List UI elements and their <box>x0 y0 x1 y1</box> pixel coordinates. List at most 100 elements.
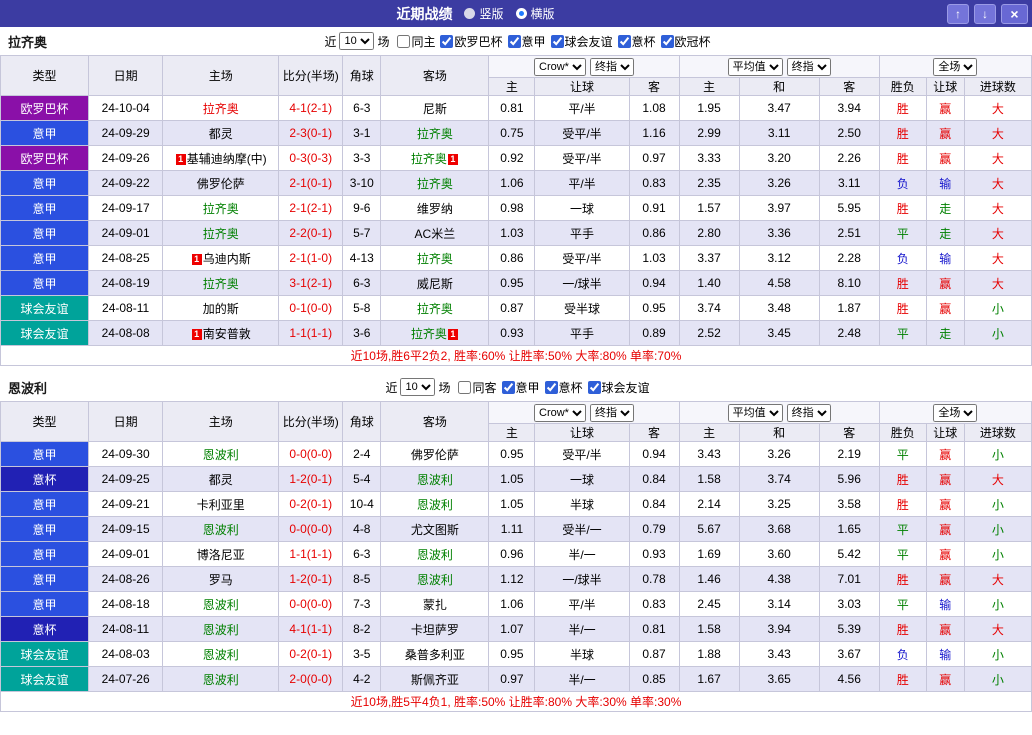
final-index-select[interactable]: 终指 <box>787 58 831 76</box>
checkbox-input[interactable] <box>397 35 410 48</box>
crow-home-odds: 0.87 <box>489 296 535 321</box>
filter-checkbox[interactable]: 球会友谊 <box>551 33 613 50</box>
corner-count: 7-3 <box>343 592 381 617</box>
team-label: 拉齐奥 <box>411 152 447 166</box>
checkbox-input[interactable] <box>440 35 453 48</box>
avg-draw-odds: 3.11 <box>739 121 819 146</box>
crow-odds-select[interactable]: Crow* <box>534 58 586 76</box>
column-subheader: 让球 <box>926 424 964 442</box>
match-row: 意甲24-08-26罗马1-2(0-1)8-5恩波利1.12一/球半0.781.… <box>1 567 1032 592</box>
avg-home-odds: 3.33 <box>679 146 739 171</box>
checkbox-input[interactable] <box>458 381 471 394</box>
close-button[interactable]: × <box>1001 4 1028 24</box>
match-row: 球会友谊24-07-26恩波利2-0(0-0)4-2斯佩齐亚0.97半/一0.8… <box>1 667 1032 692</box>
avg-away-odds: 3.67 <box>819 642 879 667</box>
crow-handicap: 平手 <box>535 221 629 246</box>
result-outcome: 胜 <box>879 96 926 121</box>
filter-checkbox[interactable]: 意杯 <box>545 379 583 396</box>
column-subheader: 主 <box>489 424 535 442</box>
full-match-select[interactable]: 全场 <box>933 58 977 76</box>
column-subheader: 进球数 <box>964 424 1031 442</box>
competition-badge: 意杯 <box>1 467 89 492</box>
avg-away-odds: 2.48 <box>819 321 879 346</box>
away-team: 拉齐奥 <box>381 246 489 271</box>
column-header: 比分(半场) <box>279 402 343 442</box>
crow-odds-select[interactable]: Crow* <box>534 404 586 422</box>
recent-count-select[interactable]: 10 <box>400 378 435 396</box>
scroll-down-button[interactable]: ↓ <box>974 4 996 24</box>
match-row: 意甲24-09-30恩波利0-0(0-0)2-4佛罗伦萨0.95受平/半0.94… <box>1 442 1032 467</box>
average-odds-select[interactable]: 平均值 <box>728 404 783 422</box>
result-goals: 大 <box>964 171 1031 196</box>
avg-away-odds: 1.65 <box>819 517 879 542</box>
crow-away-odds: 0.79 <box>629 517 679 542</box>
filter-checkbox[interactable]: 意甲 <box>502 379 540 396</box>
crow-handicap: 受平/半 <box>535 121 629 146</box>
avg-away-odds: 2.50 <box>819 121 879 146</box>
avg-draw-odds: 3.26 <box>739 442 819 467</box>
results-table: 类型日期主场比分(半场)角球客场Crow*终指平均值终指全场主让球客主和客胜负让… <box>0 401 1032 712</box>
competition-badge: 球会友谊 <box>1 296 89 321</box>
checkbox-input[interactable] <box>661 35 674 48</box>
home-team: 1南安普敦 <box>163 321 279 346</box>
home-team: 恩波利 <box>163 617 279 642</box>
final-index-select[interactable]: 终指 <box>787 404 831 422</box>
recent-count-select[interactable]: 10 <box>339 32 374 50</box>
team-label: 佛罗伦萨 <box>197 177 245 191</box>
section-header: 拉齐奥近10场同主欧罗巴杯意甲球会友谊意杯欧冠杯 <box>0 27 1032 55</box>
filter-checkbox[interactable]: 欧罗巴杯 <box>440 33 502 50</box>
competition-badge: 意甲 <box>1 442 89 467</box>
match-score: 0-2(0-1) <box>279 492 343 517</box>
result-outcome: 胜 <box>879 567 926 592</box>
crow-home-odds: 1.06 <box>489 592 535 617</box>
away-team: 拉齐奥1 <box>381 146 489 171</box>
avg-away-odds: 3.03 <box>819 592 879 617</box>
crow-home-odds: 0.97 <box>489 667 535 692</box>
checkbox-input[interactable] <box>502 381 515 394</box>
avg-home-odds: 2.35 <box>679 171 739 196</box>
crow-home-odds: 0.95 <box>489 271 535 296</box>
home-team: 加的斯 <box>163 296 279 321</box>
result-outcome: 负 <box>879 642 926 667</box>
avg-home-odds: 1.58 <box>679 467 739 492</box>
match-date: 24-08-11 <box>89 296 163 321</box>
match-row: 意甲24-08-19拉齐奥3-1(2-1)6-3威尼斯0.95一/球半0.941… <box>1 271 1032 296</box>
column-subheader: 胜负 <box>879 78 926 96</box>
filter-checkbox[interactable]: 同客 <box>458 379 496 396</box>
team-label: 维罗纳 <box>417 202 453 216</box>
avg-away-odds: 5.39 <box>819 617 879 642</box>
filter-checkbox[interactable]: 欧冠杯 <box>661 33 711 50</box>
result-goals: 小 <box>964 542 1031 567</box>
crow-away-odds: 0.93 <box>629 542 679 567</box>
final-index-select[interactable]: 终指 <box>590 58 634 76</box>
team-label: 卡坦萨罗 <box>411 623 459 637</box>
checkbox-input[interactable] <box>551 35 564 48</box>
summary-text: 近10场,胜6平2负2, 胜率:60% 让胜率:50% 大率:80% 单率:70… <box>1 346 1032 366</box>
crow-handicap: 受半/一 <box>535 517 629 542</box>
crow-odds-header: Crow*终指 <box>489 402 679 424</box>
team-label: 拉齐奥 <box>417 252 453 266</box>
filter-checkbox[interactable]: 球会友谊 <box>588 379 650 396</box>
avg-away-odds: 1.87 <box>819 296 879 321</box>
filter-checkbox[interactable]: 意杯 <box>618 33 656 50</box>
match-date: 24-08-19 <box>89 271 163 296</box>
filter-checkbox[interactable]: 同主 <box>397 33 435 50</box>
match-score: 0-2(0-1) <box>279 642 343 667</box>
filter-checkbox[interactable]: 意甲 <box>508 33 546 50</box>
result-outcome: 平 <box>879 592 926 617</box>
column-header: 客场 <box>381 402 489 442</box>
final-index-select[interactable]: 终指 <box>590 404 634 422</box>
red-card-badge: 1 <box>448 329 458 340</box>
checkbox-input[interactable] <box>588 381 601 394</box>
full-match-select[interactable]: 全场 <box>933 404 977 422</box>
titlebar-buttons: ↑ ↓ × <box>947 4 1028 24</box>
checkbox-input[interactable] <box>508 35 521 48</box>
layout-radio-vertical[interactable]: 竖版 <box>464 5 503 22</box>
avg-home-odds: 2.14 <box>679 492 739 517</box>
layout-radio-horizontal[interactable]: 横版 <box>516 5 555 22</box>
scroll-up-button[interactable]: ↑ <box>947 4 969 24</box>
checkbox-input[interactable] <box>545 381 558 394</box>
average-odds-select[interactable]: 平均值 <box>728 58 783 76</box>
corner-count: 4-2 <box>343 667 381 692</box>
checkbox-input[interactable] <box>618 35 631 48</box>
